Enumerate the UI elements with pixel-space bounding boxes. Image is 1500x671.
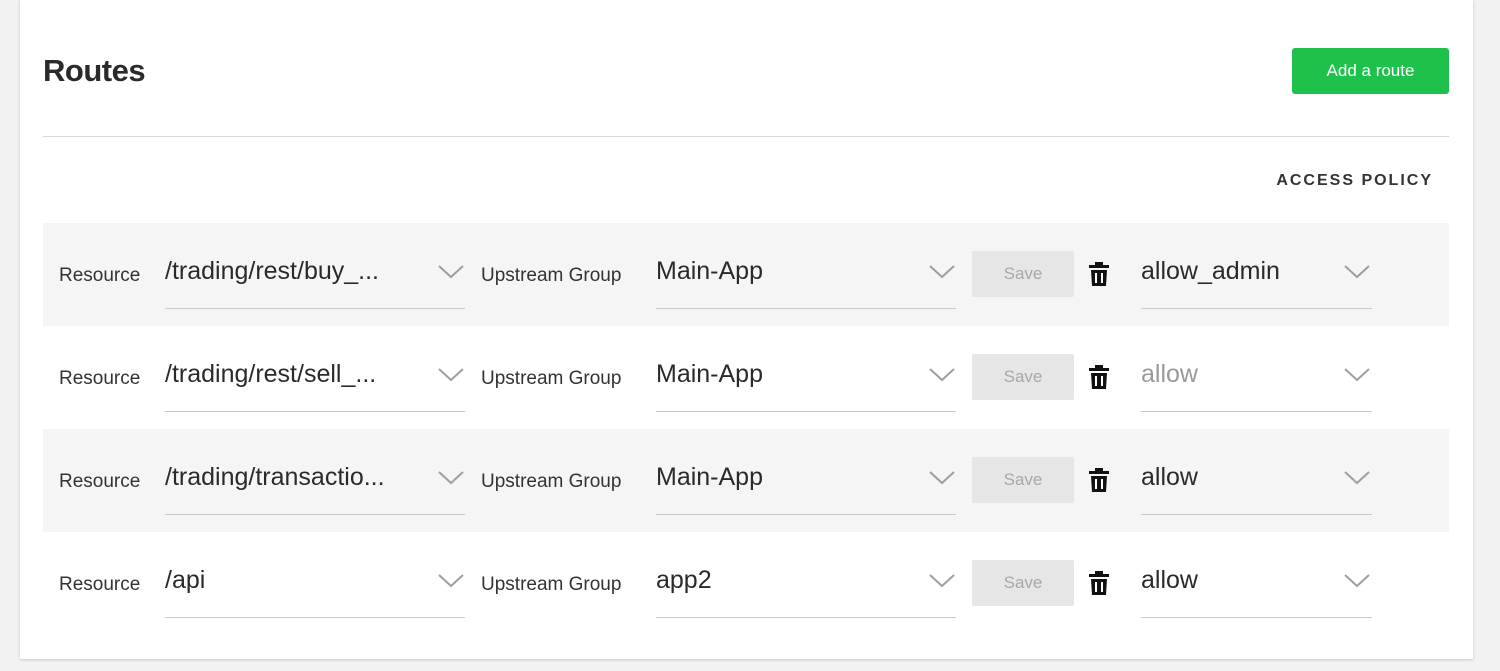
save-button[interactable]: Save [972, 354, 1074, 400]
routes-card: Routes Add a route ACCESS POLICY Resourc… [20, 0, 1473, 659]
upstream-group-select[interactable]: app2 [656, 558, 956, 618]
upstream-group-value: Main-App [656, 463, 763, 491]
chevron-down-icon [1344, 265, 1370, 279]
access-policy-select[interactable]: allow_admin [1141, 249, 1372, 309]
route-row: Resource /trading/transactio... Upstream… [43, 429, 1449, 532]
routes-list: Resource /trading/rest/buy_... Upstream … [43, 223, 1449, 635]
chevron-down-icon [929, 471, 955, 485]
resource-value: /trading/rest/sell_... [165, 360, 377, 388]
resource-select[interactable]: /trading/rest/sell_... [165, 352, 465, 412]
access-policy-column-header: ACCESS POLICY [1276, 172, 1433, 189]
chevron-down-icon [438, 471, 464, 485]
chevron-down-icon [1344, 368, 1370, 382]
resource-select[interactable]: /api [165, 558, 465, 618]
trash-icon[interactable] [1088, 261, 1110, 287]
resource-label: Resource [59, 368, 141, 389]
access-policy-value: allow [1141, 463, 1198, 491]
trash-icon[interactable] [1088, 570, 1110, 596]
upstream-group-value: app2 [656, 566, 712, 594]
route-row: Resource /trading/rest/buy_... Upstream … [43, 223, 1449, 326]
chevron-down-icon [1344, 574, 1370, 588]
access-policy-select[interactable]: allow [1141, 455, 1372, 515]
resource-value: /trading/rest/buy_... [165, 257, 380, 285]
upstream-group-label: Upstream Group [481, 574, 622, 595]
route-row: Resource /trading/rest/sell_... Upstream… [43, 326, 1449, 429]
save-button[interactable]: Save [972, 251, 1074, 297]
resource-label: Resource [59, 574, 141, 595]
access-policy-value: allow [1141, 566, 1198, 594]
trash-icon[interactable] [1088, 364, 1110, 390]
chevron-down-icon [929, 368, 955, 382]
header-divider [43, 136, 1449, 137]
route-row: Resource /api Upstream Group app2 Save a… [43, 532, 1449, 635]
add-route-button[interactable]: Add a route [1292, 48, 1449, 94]
trash-icon[interactable] [1088, 467, 1110, 493]
resource-label: Resource [59, 471, 141, 492]
chevron-down-icon [438, 574, 464, 588]
upstream-group-label: Upstream Group [481, 265, 622, 286]
upstream-group-select[interactable]: Main-App [656, 249, 956, 309]
upstream-group-select[interactable]: Main-App [656, 455, 956, 515]
upstream-group-label: Upstream Group [481, 368, 622, 389]
save-button[interactable]: Save [972, 457, 1074, 503]
chevron-down-icon [438, 368, 464, 382]
resource-value: /trading/transactio... [165, 463, 385, 491]
upstream-group-value: Main-App [656, 360, 763, 388]
upstream-group-label: Upstream Group [481, 471, 622, 492]
upstream-group-select[interactable]: Main-App [656, 352, 956, 412]
chevron-down-icon [438, 265, 464, 279]
resource-select[interactable]: /trading/rest/buy_... [165, 249, 465, 309]
chevron-down-icon [1344, 471, 1370, 485]
chevron-down-icon [929, 574, 955, 588]
access-policy-select[interactable]: allow [1141, 352, 1372, 412]
access-policy-value: allow [1141, 360, 1198, 388]
resource-select[interactable]: /trading/transactio... [165, 455, 465, 515]
save-button[interactable]: Save [972, 560, 1074, 606]
access-policy-value: allow_admin [1141, 257, 1280, 285]
upstream-group-value: Main-App [656, 257, 763, 285]
resource-value: /api [165, 566, 206, 594]
access-policy-select[interactable]: allow [1141, 558, 1372, 618]
resource-label: Resource [59, 265, 141, 286]
page-title: Routes [43, 53, 146, 88]
chevron-down-icon [929, 265, 955, 279]
